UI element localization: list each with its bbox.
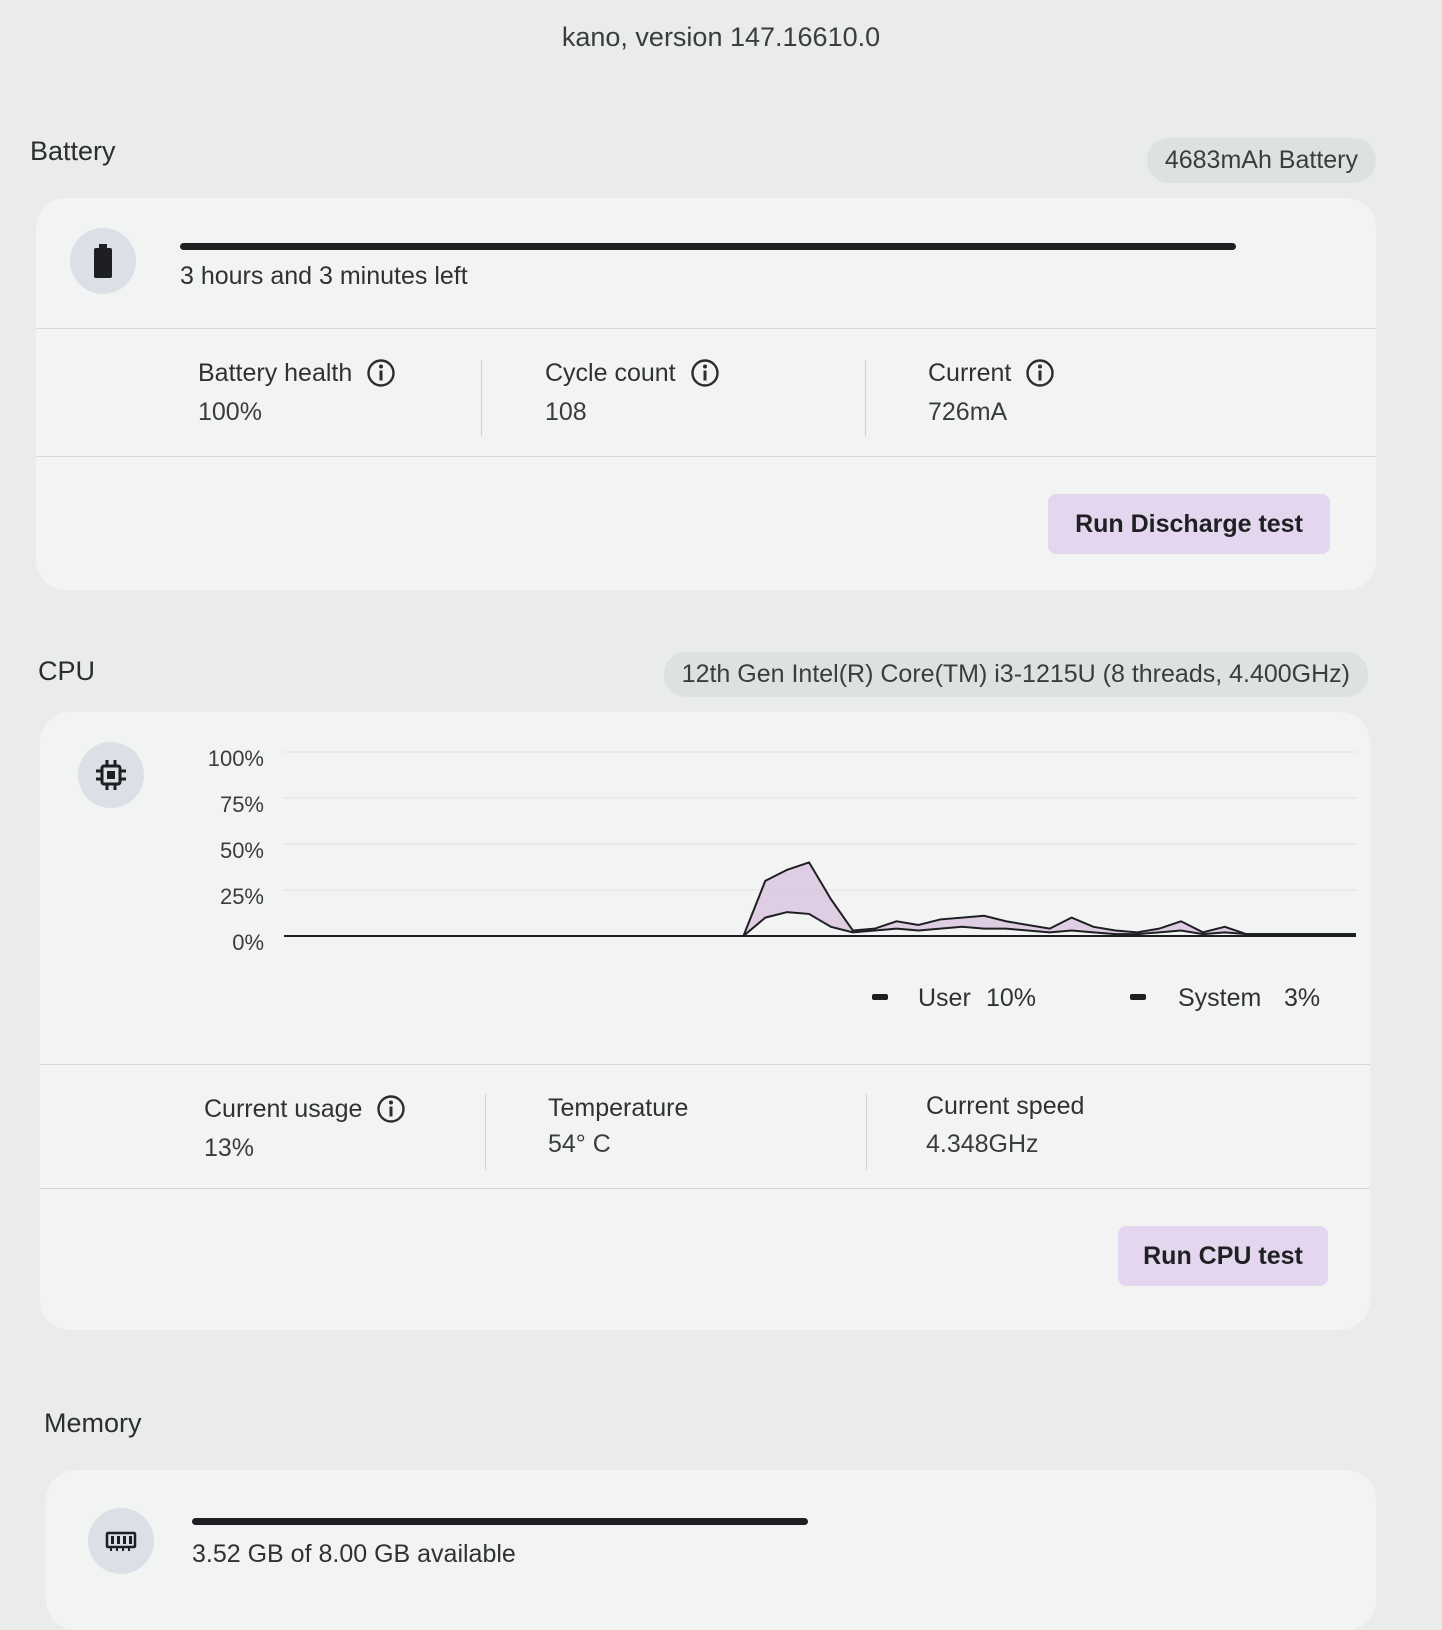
cpu-section-title: CPU bbox=[38, 656, 96, 686]
cpu-divider-top bbox=[40, 1064, 1370, 1065]
current-value: 726mA bbox=[928, 398, 1008, 426]
current-speed-value: 4.348GHz bbox=[926, 1130, 1039, 1158]
info-icon[interactable] bbox=[690, 358, 720, 388]
current-usage-label: Current usage bbox=[204, 1094, 406, 1124]
cpu-model-badge: 12th Gen Intel(R) Core(TM) i3-1215U (8 t… bbox=[663, 652, 1368, 697]
user-legend-swatch bbox=[872, 994, 888, 1000]
cpu-icon-badge bbox=[78, 742, 144, 808]
battery-section-title: Battery bbox=[30, 136, 116, 166]
info-icon[interactable] bbox=[376, 1094, 406, 1124]
battery-stat-divider bbox=[481, 360, 482, 436]
cpu-stat-divider bbox=[866, 1094, 867, 1170]
current-usage-value: 13% bbox=[204, 1134, 255, 1162]
run-cpu-test-button[interactable]: Run CPU test bbox=[1118, 1226, 1328, 1286]
battery-health-value: 100% bbox=[198, 398, 262, 426]
info-icon[interactable] bbox=[1025, 358, 1055, 388]
y-tick-label: 100% bbox=[207, 746, 264, 771]
cycle-count-value: 108 bbox=[545, 398, 587, 426]
current-speed-label: Current speed bbox=[926, 1092, 1085, 1120]
run-discharge-test-button[interactable]: Run Discharge test bbox=[1048, 494, 1330, 554]
cpu-usage-chart bbox=[284, 751, 1356, 937]
info-icon[interactable] bbox=[366, 358, 396, 388]
cycle-count-label: Cycle count bbox=[545, 358, 720, 388]
battery-card: 3 hours and 3 minutes left Battery healt… bbox=[36, 198, 1376, 590]
memory-available-text: 3.52 GB of 8.00 GB available bbox=[192, 1540, 516, 1568]
system-legend-value: 3% bbox=[1284, 984, 1321, 1012]
cpu-card: 100% 75% 50% 25% 0% User 10% System 3% C… bbox=[40, 712, 1370, 1330]
memory-available-bar bbox=[192, 1518, 808, 1525]
memory-card: 3.52 GB of 8.00 GB available bbox=[46, 1470, 1376, 1630]
memory-icon bbox=[105, 1531, 137, 1551]
battery-time-left: 3 hours and 3 minutes left bbox=[180, 262, 468, 290]
y-tick-label: 0% bbox=[232, 930, 264, 955]
battery-capacity-badge: 4683mAh Battery bbox=[1146, 138, 1376, 183]
system-legend-label: System bbox=[1178, 984, 1262, 1012]
battery-icon bbox=[94, 244, 112, 278]
user-legend-label: User bbox=[918, 984, 971, 1012]
memory-section-title: Memory bbox=[44, 1408, 142, 1438]
cpu-chip-icon bbox=[96, 760, 126, 790]
memory-icon-badge bbox=[88, 1508, 154, 1574]
usage-area bbox=[284, 862, 1356, 936]
y-tick-label: 75% bbox=[219, 792, 264, 817]
battery-health-label: Battery health bbox=[198, 358, 396, 388]
version-label: kano, version 147.16610.0 bbox=[561, 22, 881, 52]
user-legend-value: 10% bbox=[986, 984, 1037, 1012]
temperature-value: 54° C bbox=[548, 1130, 611, 1158]
cpu-stat-divider bbox=[485, 1094, 486, 1170]
y-tick-label: 25% bbox=[219, 884, 264, 909]
battery-divider-bottom bbox=[36, 456, 1376, 457]
battery-stat-divider bbox=[865, 360, 866, 436]
current-label: Current bbox=[928, 358, 1055, 388]
battery-level-bar bbox=[180, 243, 1236, 250]
temperature-label: Temperature bbox=[548, 1094, 689, 1122]
battery-icon-badge bbox=[70, 228, 136, 294]
y-tick-label: 50% bbox=[219, 838, 264, 863]
system-legend-swatch bbox=[1130, 994, 1146, 1000]
battery-divider-top bbox=[36, 328, 1376, 329]
cpu-divider-bottom bbox=[40, 1188, 1370, 1189]
